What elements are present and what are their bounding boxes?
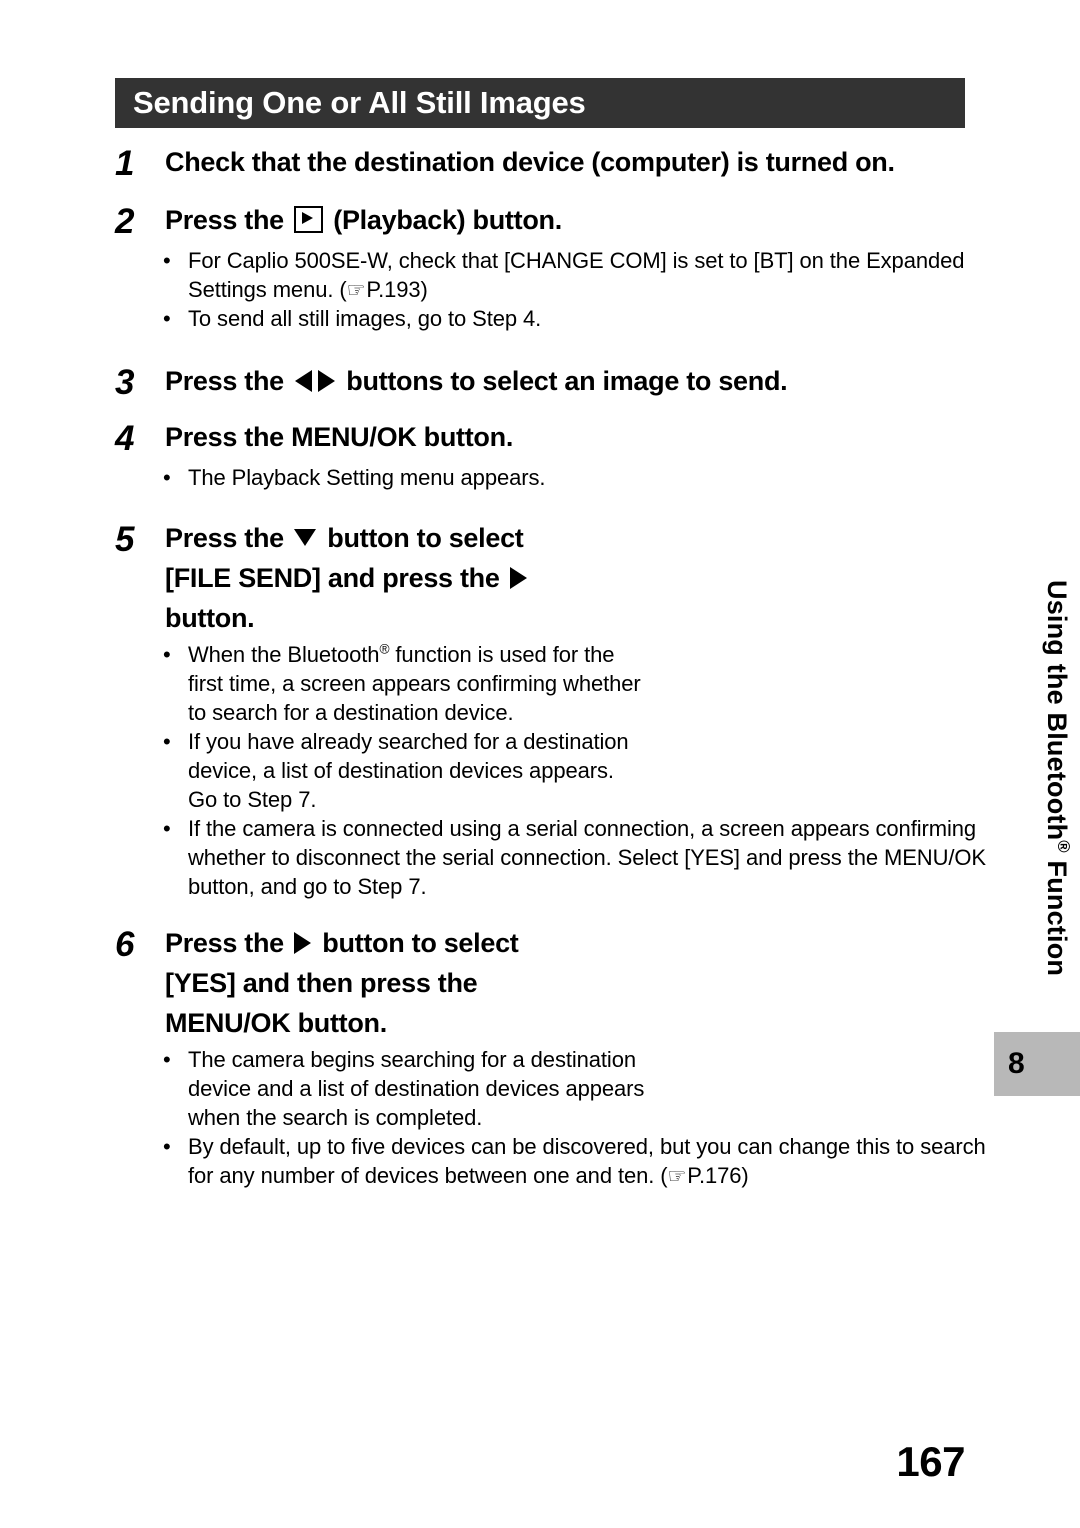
step-number: 2 [115, 202, 135, 241]
step-5: 5 Press the button to select [FILE SEND]… [0, 518, 1080, 901]
step-title-text-after: (Playback) button. [326, 205, 562, 235]
step-title: Press the button to select [FILE SEND] a… [165, 518, 595, 638]
page-number: 167 [896, 1438, 965, 1485]
step-number: 4 [115, 419, 135, 458]
section-banner: Sending One or All Still Images [115, 78, 965, 128]
step-1: 1 Check that the destination device (com… [0, 142, 1080, 186]
down-arrow-icon [294, 527, 317, 547]
list-item: • To send all still images, go to Step 4. [115, 304, 988, 333]
bullet-icon: • [163, 306, 171, 331]
step-number: 3 [115, 363, 135, 402]
reference-hand-icon: ☞ [346, 278, 366, 302]
bullet-icon: • [163, 729, 171, 754]
manual-page: Sending One or All Still Images 1 Check … [0, 0, 1080, 1528]
bullet-icon: • [163, 1134, 171, 1159]
step-number: 5 [115, 520, 135, 559]
bullet-text: If the camera is connected using a seria… [188, 816, 986, 899]
reference-page: P.193 [366, 277, 421, 302]
bullet-text: When the Bluetooth [188, 642, 380, 667]
bullet-icon: • [163, 816, 171, 841]
step-title: Press the (Playback) button. [165, 200, 562, 240]
right-arrow-icon [509, 566, 528, 589]
step-4: 4 Press the MENU/OK button. • The Playbac… [0, 417, 1080, 492]
playback-icon [294, 206, 324, 234]
bullet-text: The Playback Setting menu appears. [188, 465, 546, 490]
bullet-text-tail: ) [741, 1163, 749, 1188]
step-3: 3 Press the buttons to select an image t… [0, 361, 1080, 405]
bullet-text: If you have already searched for a desti… [188, 729, 629, 812]
step-6: 6 Press the button to select [YES] and t… [0, 923, 1080, 1190]
list-item: • The Playback Setting menu appears. [115, 463, 988, 492]
chapter-title: Using the Bluetooth® Function [1034, 580, 1080, 1040]
step-number: 1 [115, 144, 135, 183]
step-2-bullets: • For Caplio 500SE-W, check that [CHANGE … [115, 246, 1080, 333]
step-2: 2 Press the (Playback) button. • For Capl… [0, 200, 1080, 333]
step-6-bullets: • The camera begins searching for a desti… [115, 1045, 1080, 1190]
step-4-bullets: • The Playback Setting menu appears. [115, 463, 1080, 492]
chapter-side-tab: Using the Bluetooth® Function [1034, 580, 1080, 1040]
list-item: • For Caplio 500SE-W, check that [CHANGE … [115, 246, 988, 304]
reference-hand-icon: ☞ [667, 1164, 687, 1188]
step-title: Press the MENU/OK button. [165, 422, 514, 452]
step-title-text-before: Press the [165, 523, 292, 553]
bullet-icon: • [163, 465, 171, 490]
step-title: Press the button to select [YES] and the… [165, 923, 595, 1043]
page-title: Sending One or All Still Images [133, 85, 586, 120]
step-title-text-before: Press the [165, 205, 292, 235]
step-title-text-after: buttons to select an image to send. [339, 366, 788, 396]
list-item: • If you have already searched for a dest… [115, 727, 648, 814]
chapter-title-part1: Using the Bluetooth [1042, 580, 1072, 841]
reference-page: P.176 [687, 1163, 742, 1188]
step-title: Press the buttons to select an image to … [165, 361, 788, 401]
bullet-text: By default, up to five devices can be di… [188, 1134, 986, 1188]
bullet-text-tail: ) [420, 277, 428, 302]
bullet-icon: • [163, 642, 171, 667]
list-item: • By default, up to five devices can be d… [115, 1132, 988, 1190]
registered-trademark-icon: ® [379, 641, 390, 657]
list-item: • When the Bluetooth® function is used fo… [115, 640, 648, 727]
chapter-title-part2: Function [1042, 852, 1072, 977]
registered-trademark-icon: ® [1054, 840, 1073, 853]
list-item: • If the camera is connected using a seri… [115, 814, 988, 901]
bullet-text: The camera begins searching for a destin… [188, 1047, 645, 1130]
step-title: Check that the destination device (compu… [165, 147, 895, 177]
step-title-text-before: Press the [165, 928, 292, 958]
step-title-text-after: button. [165, 603, 255, 633]
step-5-bullets: • When the Bluetooth® function is used fo… [115, 640, 1080, 901]
list-item: • The camera begins searching for a desti… [115, 1045, 648, 1132]
chapter-number-badge: 8 [994, 1032, 1080, 1096]
bullet-icon: • [163, 1047, 171, 1072]
chapter-number: 8 [1008, 1047, 1025, 1080]
steps-container: 1 Check that the destination device (com… [0, 128, 1080, 1190]
bullet-text: To send all still images, go to Step 4. [188, 306, 542, 331]
right-arrow-icon [294, 931, 312, 954]
left-right-arrows-icon [295, 369, 336, 392]
bullet-text: For Caplio 500SE-W, check that [CHANGE C… [188, 248, 965, 302]
step-number: 6 [115, 925, 135, 964]
step-title-text-before: Press the [165, 366, 292, 396]
bullet-icon: • [163, 248, 171, 273]
